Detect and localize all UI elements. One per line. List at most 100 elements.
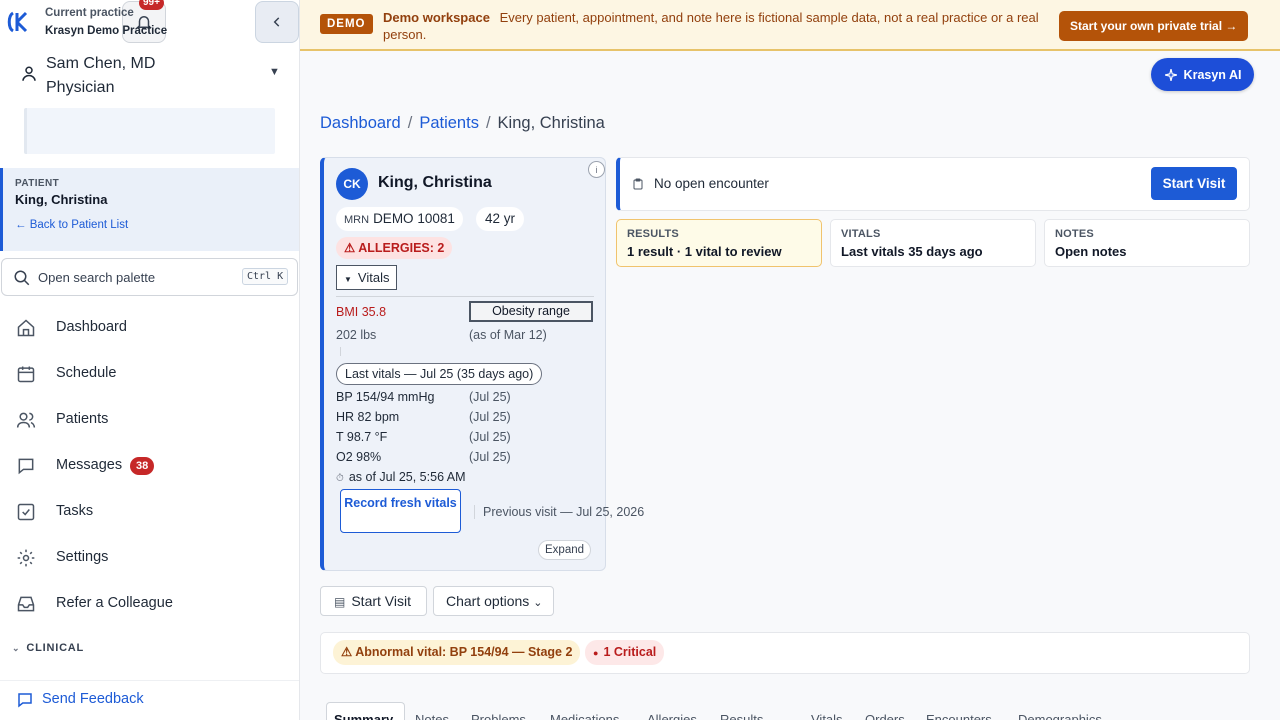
tab-summary[interactable]: Summary: [334, 712, 393, 720]
tab-encounters[interactable]: Encounters: [926, 712, 992, 720]
tab-medications[interactable]: Medications: [550, 712, 619, 720]
tab-orders[interactable]: Orders: [865, 712, 905, 720]
message-icon: [18, 458, 34, 475]
sidebar-item-patients[interactable]: Patients: [0, 400, 299, 440]
vital-hr: HR 82 bpm: [336, 410, 400, 424]
sidebar-item-schedule[interactable]: Schedule: [0, 354, 299, 394]
vital-temp: T 98.7 °F: [336, 430, 388, 444]
vitals-toggle[interactable]: ▼ Vitals: [336, 265, 398, 290]
users-icon: [16, 412, 36, 428]
allergies-badge[interactable]: ⚠ ALLERGIES: 2: [336, 237, 453, 259]
tab-vitals[interactable]: Vitals: [811, 712, 843, 720]
warning-icon: ⚠: [341, 645, 356, 659]
tab-notes[interactable]: Notes: [415, 712, 449, 720]
avatar: CK: [336, 168, 368, 200]
send-feedback-button[interactable]: Send Feedback: [0, 680, 299, 720]
chevron-left-icon: [273, 17, 280, 27]
krasyn-ai-label: Krasyn AI: [1183, 67, 1242, 82]
patient-context-label: PATIENT: [15, 178, 60, 189]
notes-card[interactable]: NOTES Open notes: [1044, 219, 1250, 267]
abnormal-vital-alert[interactable]: ⚠ Abnormal vital: BP 154/94 — Stage 2: [333, 640, 581, 665]
start-visit-label: Start Visit: [351, 593, 411, 609]
current-practice[interactable]: [24, 108, 275, 154]
tab-demographics[interactable]: Demographics: [1018, 712, 1102, 720]
gear-icon: [17, 549, 35, 567]
practice-label: Current practice: [45, 7, 134, 19]
krasyn-ai-button[interactable]: Krasyn AI: [1151, 58, 1254, 91]
last-vitals-badge: Last vitals — Jul 25 (35 days ago): [336, 363, 543, 385]
chart-options-button[interactable]: Chart options ⌄: [433, 586, 554, 616]
sidebar-item-label: Dashboard: [56, 319, 127, 335]
mrn-value: DEMO 10081: [373, 211, 455, 226]
patient-context: PATIENT King, Christina ← Back to Patien…: [0, 168, 299, 251]
vital-date: (Jul 25): [469, 450, 511, 464]
demo-tag: DEMO: [320, 14, 373, 34]
user-menu[interactable]: Sam Chen, MD Physician ▼: [18, 50, 288, 100]
tab-results[interactable]: Results: [720, 712, 763, 720]
search-palette-button[interactable]: Open search palette Ctrl K: [1, 258, 298, 296]
encounter-status: No open encounter: [654, 176, 769, 191]
sidebar-item-label: Tasks: [56, 503, 94, 519]
vitals-value: Last vitals 35 days ago: [841, 244, 983, 259]
breadcrumb-current: King, Christina: [497, 114, 605, 132]
caret-down-icon: ▼: [344, 275, 352, 284]
mrn-badge: MRN DEMO 10081: [336, 207, 463, 231]
info-icon[interactable]: i: [588, 161, 605, 178]
vital-date: (Jul 25): [469, 430, 511, 444]
expand-button[interactable]: Expand: [538, 540, 592, 560]
breadcrumb-dashboard[interactable]: Dashboard: [320, 114, 401, 132]
dot-icon: ●: [593, 648, 599, 658]
sidebar-item-label: Messages: [56, 457, 123, 473]
calendar-icon: [17, 366, 35, 383]
section-clinical-label: CLINICAL: [26, 642, 85, 654]
results-card[interactable]: RESULTS 1 result · 1 vital to review: [616, 219, 822, 267]
sidebar-item-dashboard[interactable]: Dashboard: [0, 308, 299, 348]
clock-icon: ⏱: [336, 473, 344, 484]
chevron-down-icon: ⌄: [533, 597, 543, 609]
vitals-card[interactable]: VITALS Last vitals 35 days ago: [830, 219, 1036, 267]
divider: [340, 347, 341, 356]
start-visit-secondary-button[interactable]: ▤ Start Visit: [320, 586, 427, 616]
user-role: Physician: [46, 79, 115, 96]
collapse-sidebar-button[interactable]: [255, 1, 299, 43]
results-label: RESULTS: [627, 228, 679, 240]
previous-visit: Previous visit — Jul 25, 2026: [474, 505, 644, 519]
krasyn-logo[interactable]: [6, 10, 30, 34]
start-trial-button[interactable]: Start your own private trial →: [1059, 11, 1249, 41]
search-shortcut: Ctrl K: [242, 268, 289, 285]
banner-message: Demo workspace Every patient, appointmen…: [383, 9, 1053, 43]
search-placeholder: Open search palette: [38, 270, 156, 285]
tab-allergies[interactable]: Allergies: [647, 712, 697, 720]
chart-options-label: Chart options: [446, 593, 530, 609]
vital-date: (Jul 25): [469, 410, 511, 424]
critical-alert[interactable]: ● 1 Critical: [585, 640, 665, 665]
sidebar: 99+ Sam Chen, MD Physician ▼ Current pra…: [0, 0, 300, 720]
user-name: Sam Chen, MD: [46, 55, 156, 72]
vital-o2: O2 98%: [336, 450, 382, 464]
start-visit-button[interactable]: Start Visit: [1151, 167, 1237, 200]
section-clinical[interactable]: ⌄ CLINICAL: [12, 642, 84, 654]
back-to-patient-list-link[interactable]: ← Back to Patient List: [15, 219, 128, 231]
patient-name: King, Christina: [378, 174, 492, 191]
sidebar-item-refer[interactable]: Refer a Colleague: [0, 584, 299, 624]
checkbox-icon: [17, 503, 35, 521]
divider: [336, 296, 594, 297]
tab-problems[interactable]: Problems: [471, 712, 526, 720]
clipboard-icon: ▤: [334, 595, 346, 609]
sidebar-item-tasks[interactable]: Tasks: [0, 492, 299, 532]
sidebar-item-settings[interactable]: Settings: [0, 538, 299, 578]
sidebar-item-messages[interactable]: Messages 38: [0, 446, 299, 486]
record-vitals-button[interactable]: Record fresh vitals: [340, 489, 461, 533]
critical-text: 1 Critical: [603, 645, 657, 659]
user-icon: [22, 66, 36, 81]
inbox-icon: [17, 596, 35, 612]
notifications-badge: 99+: [139, 0, 164, 10]
sparkle-icon: [1164, 68, 1177, 81]
demo-banner: DEMO Demo workspace Every patient, appoi…: [300, 0, 1280, 51]
banner-title: Demo workspace: [383, 10, 490, 25]
send-feedback-label: Send Feedback: [42, 691, 144, 707]
allergies-label: ALLERGIES: 2: [358, 241, 445, 255]
bmi-value: BMI 35.8: [336, 305, 387, 319]
abnormal-vital-text: Abnormal vital: BP 154/94 — Stage 2: [355, 645, 573, 659]
breadcrumb-patients[interactable]: Patients: [419, 114, 479, 132]
